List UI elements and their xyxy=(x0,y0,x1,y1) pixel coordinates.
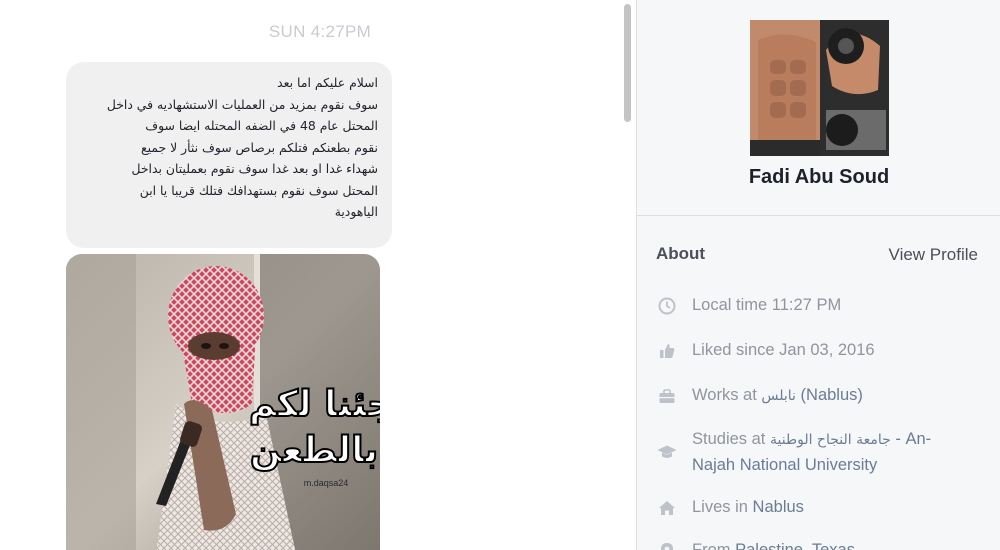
info-local-time: Local time 11:27 PM xyxy=(656,293,986,318)
conversation-pane: SUN 4:27PM اسلام عليكم اما بعد سوف نقوم … xyxy=(0,0,636,550)
liked-label: Liked since xyxy=(692,341,775,359)
message-timestamp: SUN 4:27PM xyxy=(268,22,372,41)
local-time-label: Local time xyxy=(692,296,768,314)
works-place[interactable]: نابلس xyxy=(761,388,796,404)
scrollbar-thumb[interactable] xyxy=(624,4,631,122)
overlay-text-line1: جئنا لكم xyxy=(249,384,380,425)
avatar-photo xyxy=(750,20,889,156)
from-label: From xyxy=(692,541,731,550)
studies-place-english-cont[interactable]: Najah National University xyxy=(692,453,931,478)
overlay-text-line2: بالطعن xyxy=(250,430,378,471)
message-bubble[interactable]: اسلام عليكم اما بعد سوف نقوم بمزيد من ال… xyxy=(66,62,392,248)
studies-label: Studies at xyxy=(692,430,766,448)
info-works-at: Works at نابلس (Nablus) xyxy=(656,383,986,409)
chat-scrollbar[interactable] xyxy=(620,0,636,550)
info-studies-at: Studies at جامعة النجاح الوطنية - An- Na… xyxy=(656,427,986,478)
home-icon xyxy=(659,501,675,515)
profile-panel: Fadi Abu Soud About View Profile Local t… xyxy=(636,0,1000,550)
works-city[interactable]: (Nablus) xyxy=(801,386,863,404)
from-value[interactable]: Palestine, Texas xyxy=(735,541,855,550)
message-line: اسلام عليكم اما بعد xyxy=(277,75,378,90)
info-lives-in: Lives in Nablus xyxy=(656,495,986,520)
message-line: المحتل سوف نقوم بستهدافك فتلك قريبا يا ا… xyxy=(139,182,378,198)
message-line: المحتل عام 48 في الضفه المحتله ايضا سوف xyxy=(145,118,378,133)
photo-illustration: جئنا لكم بالطعن m.daqsa24 xyxy=(66,254,380,550)
view-profile-link[interactable]: View Profile xyxy=(889,245,978,265)
message-line: نقوم بطعنكم فتلكم برصاص سوف نثأر لا جميع xyxy=(141,139,378,155)
location-pin-icon xyxy=(661,543,673,550)
message-line: شهداء غدا او بعد غدا سوف نقوم بعمليتان ب… xyxy=(131,161,378,176)
thumbs-up-icon xyxy=(660,344,675,358)
lives-value[interactable]: Nablus xyxy=(753,498,804,516)
profile-avatar[interactable] xyxy=(750,20,889,156)
liked-value: Jan 03, 2016 xyxy=(779,341,875,359)
graduation-cap-icon xyxy=(657,445,677,458)
briefcase-icon xyxy=(659,389,675,403)
info-from: From Palestine, Texas xyxy=(656,538,986,550)
photo-watermark: m.daqsa24 xyxy=(304,478,349,488)
messenger-window: SUN 4:27PM اسلام عليكم اما بعد سوف نقوم … xyxy=(0,0,1000,550)
lives-label: Lives in xyxy=(692,498,748,516)
about-heading: About xyxy=(656,244,706,263)
message-line: سوف نقوم بمزيد من العمليات الاستشهاديه ف… xyxy=(106,96,378,112)
works-label: Works at xyxy=(692,386,757,404)
profile-name[interactable]: Fadi Abu Soud xyxy=(637,166,1000,189)
studies-place-english[interactable]: - An- xyxy=(895,430,931,448)
local-time-value: 11:27 PM xyxy=(771,296,842,314)
message-line: الياهودية xyxy=(334,204,378,219)
info-liked-since: Liked since Jan 03, 2016 xyxy=(656,338,986,363)
studies-place-arabic[interactable]: جامعة النجاح الوطنية xyxy=(770,432,891,448)
clock-icon xyxy=(658,297,676,315)
message-photo[interactable]: جئنا لكم بالطعن m.daqsa24 xyxy=(66,254,380,550)
panel-divider xyxy=(637,215,1000,216)
